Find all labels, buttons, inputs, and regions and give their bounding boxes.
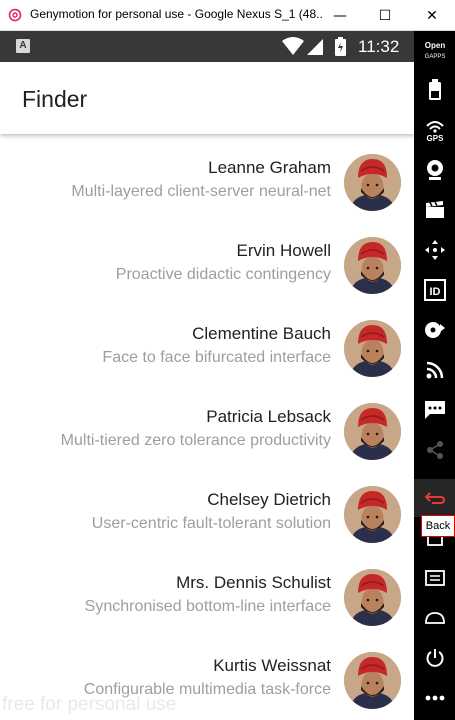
avatar [344,237,401,294]
status-clock: 11:32 [358,37,400,56]
contact-name: Chelsey Dietrich [207,490,331,509]
menu-icon [424,570,445,586]
dpad-button[interactable] [414,231,455,269]
network-button[interactable] [414,351,455,389]
avatar-portrait-icon [344,237,401,294]
avatar [344,154,401,211]
message-icon [424,401,445,419]
status-icons [282,37,346,56]
gps-icon: GPS [425,121,444,142]
avatar-portrait-icon [344,403,401,460]
contact-description: Proactive didactic contingency [115,266,331,283]
home-icon [424,612,445,624]
capture-button[interactable] [414,191,455,229]
home-button[interactable] [414,599,455,637]
opengapps-icon: Open GAPPS [424,41,445,60]
list-item[interactable]: Leanne Graham Multi-layered client-serve… [0,134,414,217]
id-icon: ID [423,279,446,301]
signal-icon [307,39,323,55]
contact-description: Synchronised bottom-line interface [84,598,331,615]
svg-text:Open: Open [424,41,445,50]
list-item[interactable]: Mrs. Dennis Schulist Synchronised bottom… [0,549,414,632]
contact-description: User-centric fault-tolerant solution [91,515,331,532]
contact-description: Multi-layered client-server neural-net [71,183,331,200]
close-button[interactable]: ✕ [409,0,455,31]
genymotion-logo-icon [8,8,22,22]
contact-description: Multi-tiered zero tolerance productivity [60,432,331,449]
battery-icon [335,37,346,56]
avatar-portrait-icon [344,154,401,211]
contact-name: Leanne Graham [208,158,331,177]
svg-text:ID: ID [429,286,440,298]
webcam-icon [426,160,443,180]
contact-list: Leanne Graham Multi-layered client-serve… [0,134,414,720]
watermark-text: free for personal use [2,694,177,715]
move-arrows-icon [424,240,445,260]
contact-name: Clementine Bauch [192,324,331,343]
window-title: Genymotion for personal use - Google Nex… [30,7,322,21]
disk-io-button[interactable] [414,311,455,349]
maximize-button[interactable]: ☐ [362,0,408,31]
clapperboard-icon [425,201,444,218]
android-status-bar: A 11:32 [0,31,414,62]
avatar [344,403,401,460]
page-title: Finder [22,86,88,112]
avatar-portrait-icon [344,320,401,377]
list-item[interactable]: Clementine Bauch Face to face bifurcated… [0,300,414,383]
back-tooltip: Back [421,515,455,537]
wifi-icon [282,37,304,55]
avatar [344,486,401,543]
webcam-button[interactable] [414,151,455,189]
contact-name: Kurtis Weissnat [213,656,331,675]
avatar [344,569,401,626]
rss-icon [426,361,443,379]
avatar-portrait-icon [344,569,401,626]
window-title-bar: Genymotion for personal use - Google Nex… [0,0,455,31]
share-icon [426,441,443,459]
sms-button[interactable] [414,391,455,429]
svg-text:GAPPS: GAPPS [424,54,445,60]
minimize-button[interactable]: — [317,0,363,31]
more-dots-icon [425,695,444,701]
genymotion-sidebar: Open GAPPS GPS ID [414,31,455,720]
back-button[interactable] [414,479,455,517]
contact-name: Patricia Lebsack [206,407,331,426]
avatar [344,320,401,377]
power-button[interactable] [414,639,455,677]
avatar-portrait-icon [344,652,401,709]
app-bar: Finder [0,62,414,134]
list-item[interactable]: Patricia Lebsack Multi-tiered zero toler… [0,383,414,466]
svg-text:GPS: GPS [426,134,444,142]
battery-button[interactable] [414,71,455,109]
menu-button[interactable] [414,559,455,597]
disk-icon [424,322,445,338]
avatar [344,652,401,709]
battery-icon [428,79,441,100]
list-item[interactable]: Ervin Howell Proactive didactic continge… [0,217,414,300]
avatar-portrait-icon [344,486,401,543]
more-button[interactable] [414,679,455,717]
power-icon [426,649,443,667]
device-id-button[interactable]: ID [414,271,455,309]
sim-icon: A [16,39,30,53]
contact-description: Face to face bifurcated interface [102,349,331,366]
back-arrow-icon [424,492,445,504]
contact-name: Ervin Howell [236,241,331,260]
list-item[interactable]: Chelsey Dietrich User-centric fault-tole… [0,466,414,549]
contact-name: Mrs. Dennis Schulist [176,573,331,592]
opengapps-button[interactable]: Open GAPPS [414,31,455,69]
gps-button[interactable]: GPS [414,111,455,149]
share-button[interactable] [414,431,455,469]
